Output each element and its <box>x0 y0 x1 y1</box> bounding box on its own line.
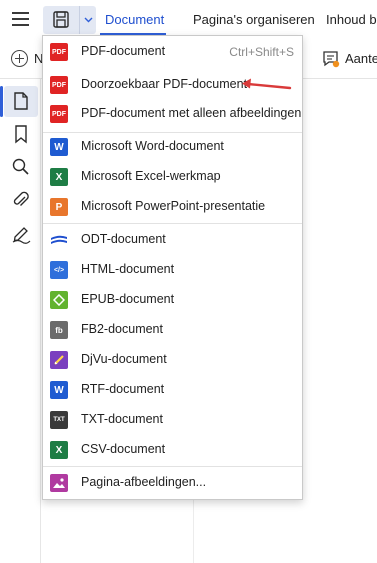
csv-icon: X <box>50 441 68 459</box>
add-icon[interactable] <box>11 50 28 67</box>
signature-icon[interactable] <box>10 222 32 244</box>
menu-item-fb2[interactable]: fb FB2-document <box>43 315 302 345</box>
hamburger-menu-icon[interactable] <box>12 12 29 26</box>
menu-item-label: CSV-document <box>81 442 166 456</box>
tab-content[interactable]: Inhoud be <box>326 12 377 27</box>
menu-item-csv[interactable]: X CSV-document <box>43 435 302 465</box>
menu-item-word[interactable]: W Microsoft Word-document <box>43 132 302 162</box>
annotation-arrow-icon <box>242 78 292 90</box>
menu-item-excel[interactable]: X Microsoft Excel-werkmap <box>43 162 302 192</box>
shortcut-label: Ctrl+Shift+S <box>229 45 294 59</box>
menu-item-odt[interactable]: ODT-document <box>43 225 302 255</box>
odt-icon <box>50 231 68 249</box>
menu-item-djvu[interactable]: DjVu-document <box>43 345 302 375</box>
menu-item-txt[interactable]: TXT TXT-document <box>43 405 302 435</box>
save-icon[interactable] <box>43 6 78 34</box>
pages-icon[interactable] <box>10 90 32 112</box>
menu-item-label: Pagina-afbeeldingen... <box>81 475 207 489</box>
menu-item-html[interactable]: </> HTML-document <box>43 255 302 285</box>
menu-item-epub[interactable]: EPUB-document <box>43 285 302 315</box>
menu-item-label: Microsoft Excel-werkmap <box>81 169 221 183</box>
menu-item-page-images[interactable]: Pagina-afbeeldingen... <box>43 468 302 498</box>
save-as-dropdown-menu: PDF PDF-document Ctrl+Shift+S PDF Doorzo… <box>42 35 303 500</box>
powerpoint-icon: P <box>50 198 68 216</box>
top-toolbar: Document Pagina's organiseren Inhoud be <box>0 0 377 40</box>
menu-item-image-only-pdf[interactable]: PDF PDF-document met alleen afbeeldingen <box>43 99 302 129</box>
menu-item-label: HTML-document <box>81 262 175 276</box>
tab-document[interactable]: Document <box>105 12 164 27</box>
pdf-icon: PDF <box>50 105 68 123</box>
excel-icon: X <box>50 168 68 186</box>
menu-item-label: ODT-document <box>81 232 166 246</box>
attachment-icon[interactable] <box>10 189 32 211</box>
fb2-icon: fb <box>50 321 68 339</box>
chevron-down-icon[interactable] <box>79 6 97 34</box>
comment-icon[interactable] <box>322 50 340 68</box>
search-icon[interactable] <box>10 156 32 178</box>
save-as-button[interactable] <box>43 6 96 34</box>
djvu-icon <box>50 351 68 369</box>
txt-icon: TXT <box>50 411 68 429</box>
menu-item-label: FB2-document <box>81 322 163 336</box>
menu-item-pdf[interactable]: PDF PDF-document Ctrl+Shift+S <box>43 37 302 67</box>
menu-item-label: DjVu-document <box>81 352 167 366</box>
image-icon <box>50 474 68 492</box>
html-icon: </> <box>50 261 68 279</box>
epub-icon <box>50 291 68 309</box>
menu-item-rtf[interactable]: W RTF-document <box>43 375 302 405</box>
bookmark-icon[interactable] <box>10 123 32 145</box>
annotation-button-label[interactable]: Aante <box>345 51 377 66</box>
menu-item-label: PDF-document met alleen afbeeldingen <box>81 106 302 120</box>
menu-item-label: PDF-document <box>81 44 166 58</box>
rtf-icon: W <box>50 381 68 399</box>
sidebar-active-indicator <box>0 86 3 117</box>
pdf-icon: PDF <box>50 43 68 61</box>
menu-item-label: Microsoft PowerPoint-presentatie <box>81 199 266 213</box>
menu-item-label: Doorzoekbaar PDF-document <box>81 77 248 91</box>
menu-separator <box>43 466 302 467</box>
menu-item-label: TXT-document <box>81 412 163 426</box>
tab-organize-pages[interactable]: Pagina's organiseren <box>193 12 315 27</box>
word-icon: W <box>50 138 68 156</box>
menu-item-label: Microsoft Word-document <box>81 139 224 153</box>
menu-separator <box>43 223 302 224</box>
pdf-icon: PDF <box>50 76 68 94</box>
menu-item-powerpoint[interactable]: P Microsoft PowerPoint-presentatie <box>43 192 302 222</box>
menu-item-label: RTF-document <box>81 382 165 396</box>
menu-item-label: EPUB-document <box>81 292 175 306</box>
left-sidebar <box>0 79 41 563</box>
